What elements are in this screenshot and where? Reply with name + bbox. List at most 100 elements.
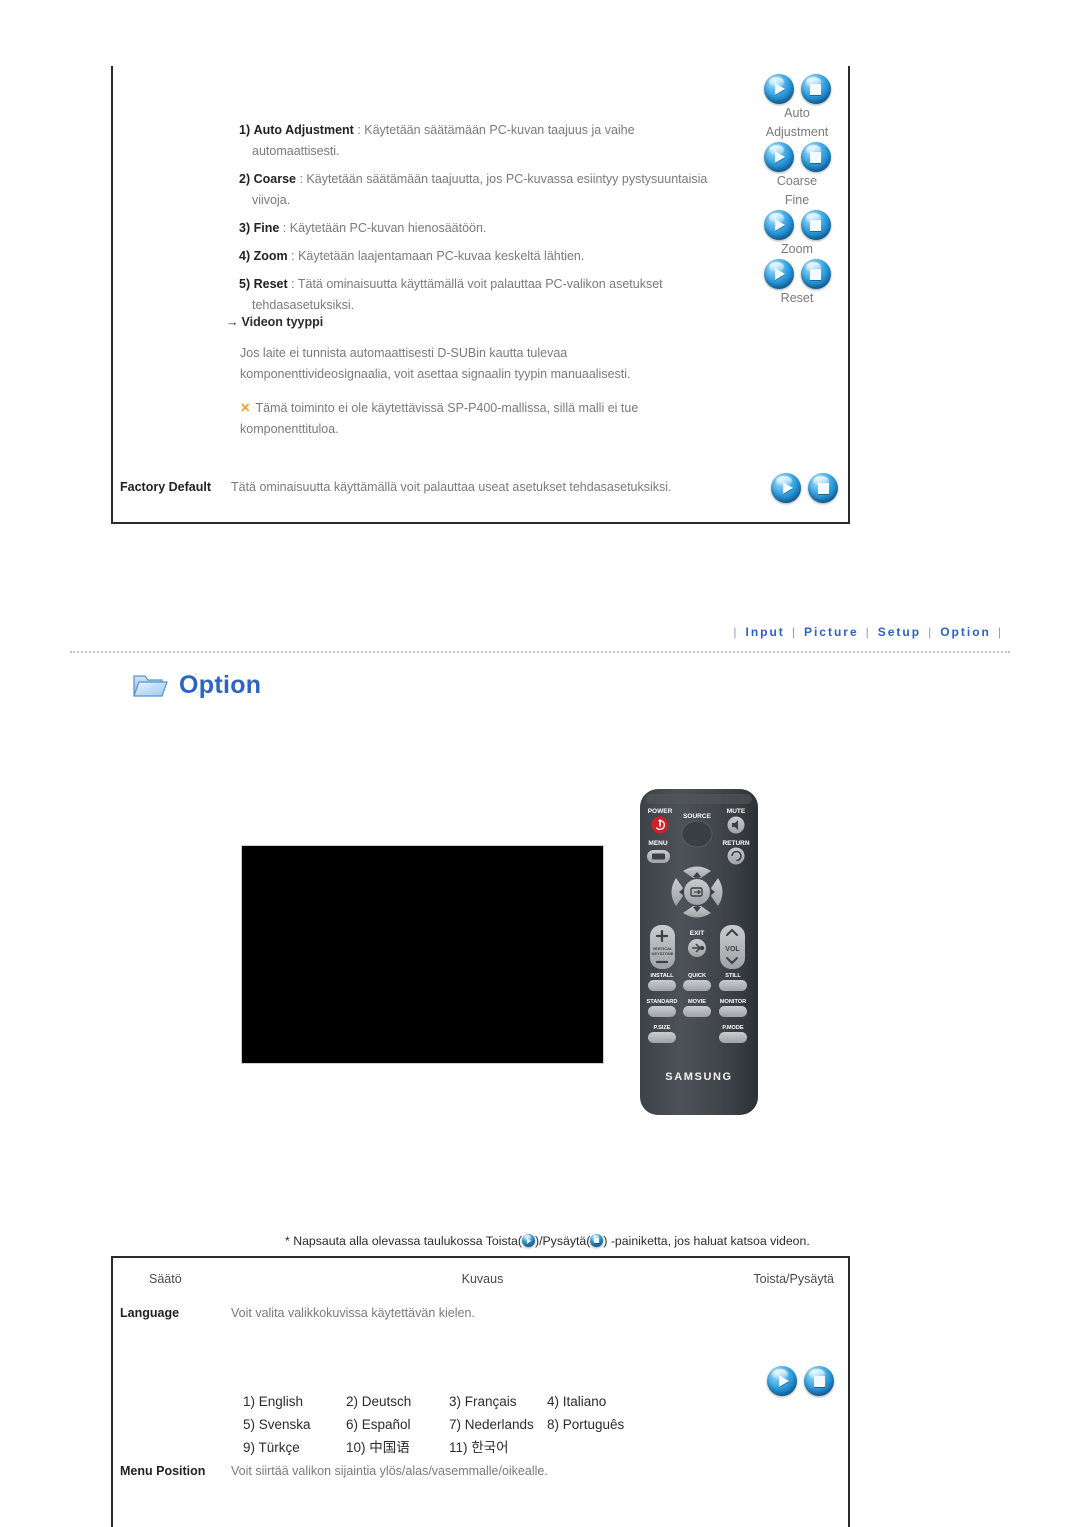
video-type-body-line1: Jos laite ei tunnista automaattisesti D-… xyxy=(240,346,568,360)
svg-text:EXIT: EXIT xyxy=(690,930,704,937)
item-desc: Käytetään laajentamaan PC-kuvaa keskeltä… xyxy=(298,249,585,263)
svg-text:QUICK: QUICK xyxy=(688,973,706,979)
nav-divider xyxy=(70,651,1010,653)
play-icon[interactable] xyxy=(763,74,794,104)
button-label-coarse: Coarse xyxy=(776,174,818,188)
svg-text:KEYSTONE: KEYSTONE xyxy=(652,951,674,956)
item-desc-cont: tehdasasetuksiksi. xyxy=(252,298,355,312)
play-pause-pair-auto-adjustment[interactable] xyxy=(763,74,831,104)
play-icon xyxy=(521,1234,535,1247)
language-row: 9) Türkçe 10) 中国语 11) 한국어 xyxy=(243,1436,643,1459)
video-instruction-note: * Napsauta alla olevassa taulukossa Tois… xyxy=(285,1234,810,1248)
play-pause-pair-zoom[interactable] xyxy=(763,210,831,240)
play-icon[interactable] xyxy=(767,1366,797,1396)
item-index: 2) xyxy=(239,172,251,186)
table-row-language: Language Voit valita valikkokuvissa käyt… xyxy=(113,1304,848,1464)
item-index: 5) xyxy=(239,277,251,291)
play-icon[interactable] xyxy=(763,259,794,289)
list-item: 5) Reset : Tätä ominaisuutta käyttämällä… xyxy=(239,274,739,316)
item-separator: : xyxy=(296,172,307,186)
section-header: Option xyxy=(132,670,261,700)
video-type-heading-label: Videon tyyppi xyxy=(241,315,324,329)
button-label-fine: Fine xyxy=(784,193,810,207)
language-option: 4) Italiano xyxy=(547,1394,607,1409)
row-name: Menu Position xyxy=(120,1464,206,1478)
play-icon[interactable] xyxy=(771,473,801,503)
option-settings-table: Säätö Kuvaus Toista/Pysäytä Language Voi… xyxy=(111,1256,850,1527)
item-term: Fine xyxy=(253,221,280,235)
item-desc: Käytetään säätämään taajuutta, jos PC-ku… xyxy=(306,172,708,186)
note-prefix: * Napsauta alla olevassa taulukossa Tois… xyxy=(285,1234,522,1248)
stop-icon[interactable] xyxy=(800,210,831,240)
warning-x-icon: ✕ xyxy=(240,401,251,415)
play-icon[interactable] xyxy=(763,142,794,172)
stop-icon[interactable] xyxy=(800,74,831,104)
row-description: Voit siirtää valikon sijaintia ylös/alas… xyxy=(231,1464,548,1478)
stop-icon[interactable] xyxy=(804,1366,834,1396)
language-row: 5) Svenska 6) Español 7) Nederlands 8) P… xyxy=(243,1413,643,1436)
play-pause-pair-language[interactable] xyxy=(767,1366,834,1396)
language-option: 8) Português xyxy=(547,1417,625,1432)
nav-separator: | xyxy=(865,625,871,639)
column-header-description: Kuvaus xyxy=(461,1272,504,1286)
item-separator: : xyxy=(287,249,299,263)
list-item: 4) Zoom : Käytetään laajentamaan PC-kuva… xyxy=(239,246,739,267)
video-type-section: → Videon tyyppi Jos laite ei tunnista aut… xyxy=(226,315,746,440)
video-buttons-column: Auto Adjustment Coarse Fine Zoom Reset xyxy=(747,74,847,308)
svg-text:VOL: VOL xyxy=(725,946,740,953)
play-pause-pair-coarse[interactable] xyxy=(763,142,831,172)
note-line1: Tämä toiminto ei ole käytettävissä SP-P4… xyxy=(255,401,639,415)
language-option: 7) Nederlands xyxy=(449,1417,534,1432)
language-option: 2) Deutsch xyxy=(346,1394,412,1409)
note-line2: komponenttituloa. xyxy=(240,422,339,436)
item-index: 1) xyxy=(239,123,251,137)
svg-text:MUTE: MUTE xyxy=(727,808,746,815)
nav-separator: | xyxy=(928,625,934,639)
row-name: Factory Default xyxy=(120,480,211,494)
nav-item-setup[interactable]: Setup xyxy=(878,625,921,639)
stop-icon[interactable] xyxy=(800,142,831,172)
video-player[interactable] xyxy=(241,845,604,1064)
svg-text:RETURN: RETURN xyxy=(722,840,749,847)
item-separator: : xyxy=(279,221,290,235)
row-name: Language xyxy=(120,1306,180,1320)
pc-settings-list: 1) Auto Adjustment : Käytetään säätämään… xyxy=(239,120,739,323)
item-term: Coarse xyxy=(253,172,296,186)
section-nav: | Input | Picture | Setup | Option | xyxy=(70,625,1010,639)
svg-text:MOVIE: MOVIE xyxy=(688,999,706,1005)
nav-item-option[interactable]: Option xyxy=(940,625,991,639)
item-desc: Käytetään PC-kuvan hienosäätöön. xyxy=(289,221,487,235)
language-option: 6) Español xyxy=(346,1417,411,1432)
table-row-factory-default: Factory Default Tätä ominaisuutta käyttä… xyxy=(113,468,852,524)
language-options-grid: 1) English 2) Deutsch 3) Français 4) Ita… xyxy=(243,1390,643,1459)
nav-separator: | xyxy=(733,625,739,639)
nav-item-input[interactable]: Input xyxy=(745,625,784,639)
manual-page: 1) Auto Adjustment : Käytetään säätämään… xyxy=(0,0,1080,1527)
language-option: 5) Svenska xyxy=(243,1417,311,1432)
language-option: 1) English xyxy=(243,1394,304,1409)
list-item: 3) Fine : Käytetään PC-kuvan hienosäätöö… xyxy=(239,218,739,239)
row-description: Voit valita valikkokuvissa käytettävän k… xyxy=(231,1306,475,1320)
stop-icon[interactable] xyxy=(800,259,831,289)
svg-text:MONITOR: MONITOR xyxy=(720,999,746,1005)
row-description: Tätä ominaisuutta käyttämällä voit palau… xyxy=(231,480,672,494)
item-desc-cont: automaattisesti. xyxy=(252,144,340,158)
svg-text:STILL: STILL xyxy=(725,973,741,979)
table-row-menu-position: Menu Position Voit siirtää valikon sijai… xyxy=(113,1464,848,1524)
button-label-reset: Reset xyxy=(780,291,814,305)
item-desc: Tätä ominaisuutta käyttämällä voit palau… xyxy=(297,277,663,291)
nav-separator: | xyxy=(997,625,1003,639)
svg-text:STANDARD: STANDARD xyxy=(647,999,678,1005)
item-separator: : xyxy=(287,277,298,291)
remote-control-image: POWER SOURCE MUTE MENU RETURN VERTICAL K… xyxy=(628,783,771,1121)
play-pause-pair-reset[interactable] xyxy=(763,259,831,289)
stop-icon[interactable] xyxy=(808,473,838,503)
note-suffix: ) -painiketta, jos haluat katsoa videon. xyxy=(603,1234,810,1248)
video-type-note: ✕ Tämä toiminto ei ole käytettävissä SP-P… xyxy=(226,398,746,440)
play-icon[interactable] xyxy=(763,210,794,240)
play-pause-pair-factory-default[interactable] xyxy=(771,473,838,503)
item-desc: Käytetään säätämään PC-kuvan taajuus ja … xyxy=(364,123,635,137)
list-item: 2) Coarse : Käytetään säätämään taajuutt… xyxy=(239,169,739,211)
nav-item-picture[interactable]: Picture xyxy=(804,625,859,639)
item-desc-cont: viivoja. xyxy=(252,193,291,207)
